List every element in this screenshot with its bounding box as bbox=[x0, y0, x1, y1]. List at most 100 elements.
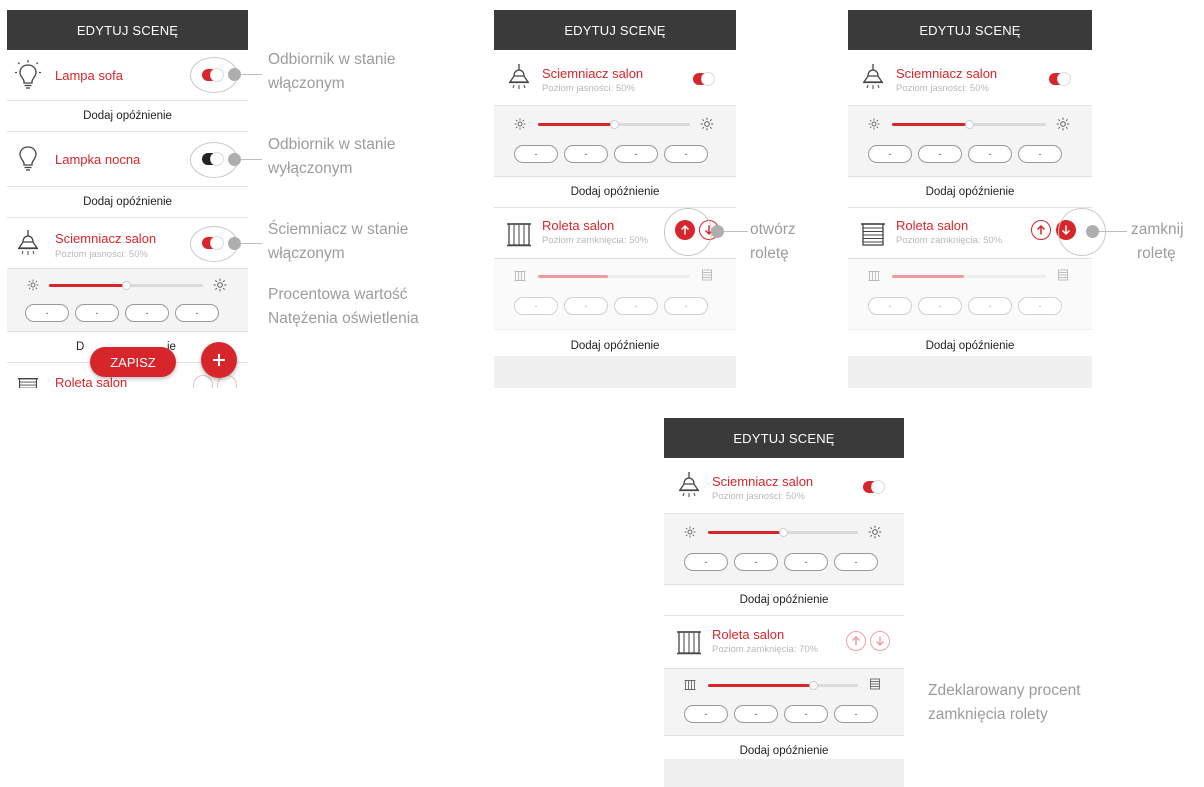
add-delay-button[interactable]: Dodaj opóźnienie bbox=[494, 177, 736, 208]
bulb-off-icon bbox=[15, 142, 41, 172]
delay-label-left-fragment: D bbox=[76, 341, 85, 353]
device-name: Roleta salon bbox=[542, 218, 615, 233]
blind-closed-small-icon bbox=[1057, 269, 1069, 281]
toggle-switch-on[interactable] bbox=[863, 480, 885, 494]
add-delay-button[interactable]: Dodaj opóźnienie bbox=[848, 177, 1092, 208]
preset-button-2[interactable]: - bbox=[75, 304, 119, 322]
sun-small-icon bbox=[27, 279, 39, 291]
closure-slider-knob[interactable] bbox=[809, 681, 818, 690]
device-row-sciemniacz-salon[interactable]: Sciemniacz salon Poziom jasności: 50% bbox=[848, 50, 1092, 106]
preset-button-1[interactable]: - bbox=[868, 145, 912, 163]
dimmer-lamp-icon bbox=[676, 470, 702, 500]
brightness-panel: - - - - bbox=[7, 269, 248, 332]
annotation-brightness-percent: Procentowa wartość Natężenia oświetlenia bbox=[268, 286, 419, 327]
brightness-slider-knob[interactable] bbox=[965, 120, 974, 129]
preset-button-3[interactable]: - bbox=[614, 297, 658, 315]
save-button[interactable]: ZAPISZ bbox=[90, 347, 176, 377]
blind-icon bbox=[17, 373, 39, 388]
preset-buttons: - - - - bbox=[514, 297, 708, 315]
brightness-slider-knob[interactable] bbox=[610, 120, 619, 129]
annotation-dimmer-on: Ściemniacz w stanie włączonym bbox=[268, 221, 409, 262]
preset-button-4[interactable]: - bbox=[175, 304, 219, 322]
preset-button-3[interactable]: - bbox=[614, 145, 658, 163]
preset-button-3[interactable]: - bbox=[968, 297, 1012, 315]
preset-button-2[interactable]: - bbox=[918, 297, 962, 315]
up-button-partial[interactable] bbox=[193, 375, 213, 388]
dimmer-lamp-icon bbox=[860, 62, 886, 92]
arrow-up-icon bbox=[850, 635, 862, 647]
callout-line bbox=[724, 231, 748, 232]
footer-area bbox=[848, 356, 1092, 388]
blind-open-small-icon bbox=[868, 270, 880, 282]
preset-button-2[interactable]: - bbox=[734, 553, 778, 571]
preset-button-4[interactable]: - bbox=[834, 553, 878, 571]
device-name: Sciemniacz salon bbox=[712, 474, 814, 489]
plus-icon bbox=[213, 354, 225, 366]
preset-buttons: - - - - bbox=[684, 553, 878, 571]
screen-edit-scene-2: EDYTUJ SCENĘ Sciemniacz salon Poziom jas… bbox=[494, 10, 736, 388]
annotation-close-blind: zamknij roletę bbox=[1131, 221, 1184, 262]
blind-up-button[interactable] bbox=[1031, 220, 1051, 240]
preset-button-4[interactable]: - bbox=[1018, 297, 1062, 315]
callout-line bbox=[240, 243, 262, 244]
preset-button-4[interactable]: - bbox=[664, 145, 708, 163]
preset-button-4[interactable]: - bbox=[1018, 145, 1062, 163]
callout-circle bbox=[664, 208, 712, 256]
preset-button-1[interactable]: - bbox=[514, 145, 558, 163]
preset-button-2[interactable]: - bbox=[734, 705, 778, 723]
brightness-slider-knob[interactable] bbox=[779, 528, 788, 537]
blind-up-button[interactable] bbox=[846, 631, 866, 651]
add-delay-button[interactable]: Dodaj opóźnienie bbox=[664, 585, 904, 616]
dimmer-lamp-icon bbox=[506, 62, 532, 92]
preset-button-2[interactable]: - bbox=[564, 297, 608, 315]
toggle-switch-on[interactable] bbox=[693, 72, 715, 86]
sun-small-icon bbox=[514, 118, 526, 130]
add-fab-button[interactable] bbox=[201, 342, 237, 378]
preset-button-4[interactable]: - bbox=[834, 705, 878, 723]
preset-buttons: - - - - bbox=[25, 304, 219, 322]
toggle-switch-on[interactable] bbox=[1049, 72, 1071, 86]
device-row-sciemniacz-salon[interactable]: Sciemniacz salon Poziom jasności: 50% bbox=[664, 458, 904, 514]
device-row-roleta-salon[interactable]: Roleta salon Poziom zamknięcia: 50% bbox=[848, 208, 1092, 259]
blind-closed-small-icon bbox=[869, 678, 881, 690]
header-title: EDYTUJ SCENĘ bbox=[848, 10, 1092, 50]
brightness-slider-fill bbox=[708, 531, 783, 534]
blind-down-button[interactable] bbox=[870, 631, 890, 651]
blind-icon bbox=[506, 220, 532, 250]
screen-edit-scene-4: EDYTUJ SCENĘ Sciemniacz salon Poziom jas… bbox=[664, 418, 904, 787]
preset-button-1[interactable]: - bbox=[684, 553, 728, 571]
sun-large-icon bbox=[1056, 117, 1070, 131]
preset-button-3[interactable]: - bbox=[968, 145, 1012, 163]
add-delay-button[interactable]: Dodaj opóźnienie bbox=[7, 187, 248, 218]
device-row-roleta-salon[interactable]: Roleta salon Poziom zamknięcia: 70% bbox=[664, 616, 904, 669]
preset-button-1[interactable]: - bbox=[25, 304, 69, 322]
preset-button-4[interactable]: - bbox=[664, 297, 708, 315]
blind-closed-icon bbox=[860, 220, 886, 250]
device-subtitle: Poziom jasności: 50% bbox=[55, 249, 148, 260]
header-title: EDYTUJ SCENĘ bbox=[494, 10, 736, 50]
preset-button-1[interactable]: - bbox=[868, 297, 912, 315]
preset-button-2[interactable]: - bbox=[564, 145, 608, 163]
device-subtitle: Poziom jasności: 50% bbox=[542, 83, 635, 94]
preset-button-2[interactable]: - bbox=[918, 145, 962, 163]
add-delay-button[interactable]: Dodaj opóźnienie bbox=[7, 101, 248, 132]
brightness-panel: - - - - bbox=[664, 514, 904, 585]
preset-button-3[interactable]: - bbox=[125, 304, 169, 322]
preset-button-3[interactable]: - bbox=[784, 553, 828, 571]
annotation-receiver-on: Odbiornik w stanie włączonym bbox=[268, 51, 396, 92]
device-row-sciemniacz-salon[interactable]: Sciemniacz salon Poziom jasności: 50% bbox=[494, 50, 736, 106]
brightness-slider-knob[interactable] bbox=[122, 281, 131, 290]
blind-open-small-icon bbox=[684, 679, 696, 691]
closure-panel: - - - - bbox=[494, 259, 736, 330]
device-subtitle: Poziom jasności: 50% bbox=[712, 491, 805, 502]
preset-button-3[interactable]: - bbox=[784, 705, 828, 723]
preset-buttons: - - - - bbox=[684, 705, 878, 723]
preset-button-1[interactable]: - bbox=[684, 705, 728, 723]
sun-large-icon bbox=[700, 117, 714, 131]
preset-button-1[interactable]: - bbox=[514, 297, 558, 315]
brightness-panel: - - - - bbox=[848, 106, 1092, 177]
device-name: Roleta salon bbox=[896, 218, 969, 233]
brightness-panel: - - - - bbox=[494, 106, 736, 177]
sun-large-icon bbox=[213, 278, 227, 292]
callout-dot bbox=[711, 225, 724, 238]
